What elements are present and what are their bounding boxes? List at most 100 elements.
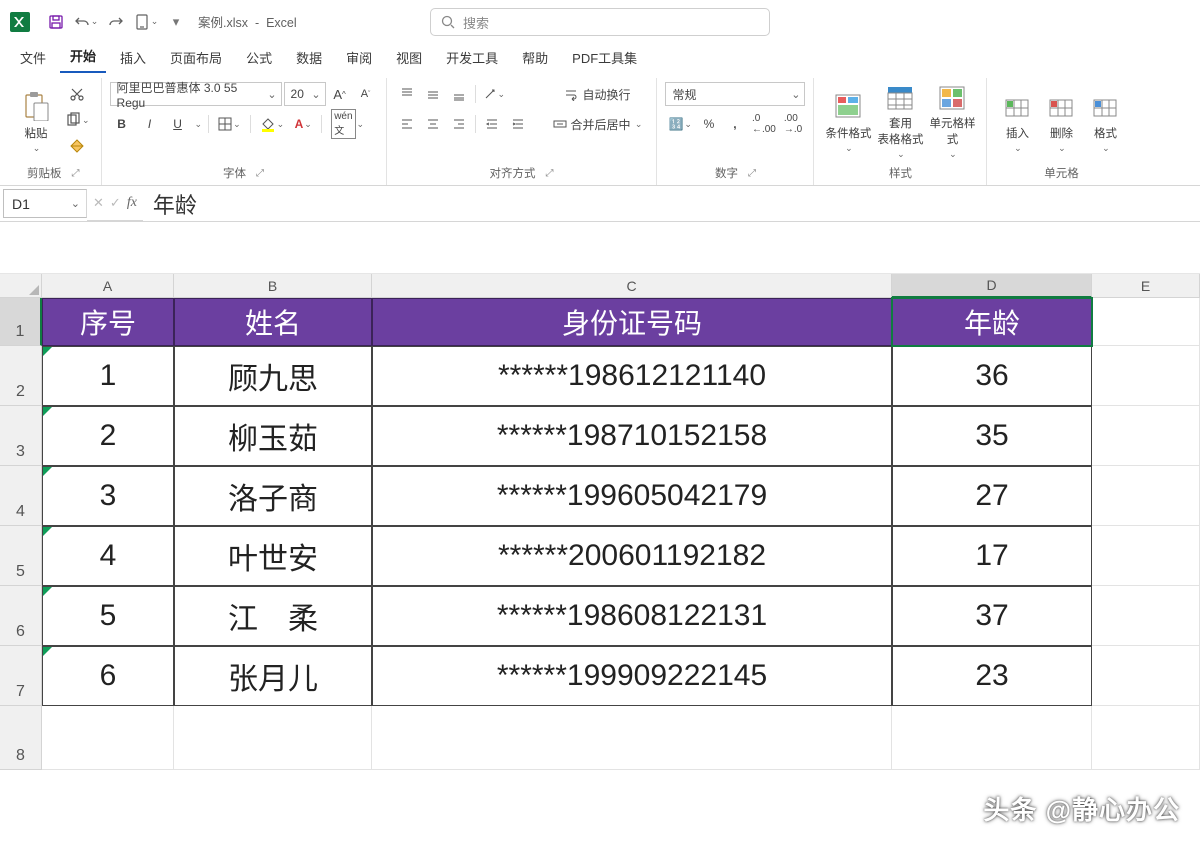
redo-button[interactable] xyxy=(102,8,130,36)
comma-button[interactable]: , xyxy=(723,112,747,136)
align-middle-button[interactable] xyxy=(421,82,445,106)
format-as-table-button[interactable]: 套用 表格格式⌄ xyxy=(874,82,926,160)
cell-B6[interactable]: 江 柔 xyxy=(174,586,372,646)
row-header-8[interactable]: 8 xyxy=(0,706,42,770)
italic-button[interactable]: I xyxy=(138,112,162,136)
align-top-button[interactable] xyxy=(395,82,419,106)
column-header-D[interactable]: D xyxy=(892,274,1092,298)
cell-D2[interactable]: 36 xyxy=(892,346,1092,406)
cell-D8[interactable] xyxy=(892,706,1092,770)
cell-C5[interactable]: ******200601192182 xyxy=(372,526,892,586)
grow-font-button[interactable]: A^ xyxy=(328,82,352,106)
enter-formula-icon[interactable]: ✓ xyxy=(110,195,121,211)
cell-A8[interactable] xyxy=(42,706,174,770)
wrap-text-button[interactable]: 自动换行 xyxy=(547,82,649,106)
cell-E2[interactable] xyxy=(1092,346,1200,406)
tab-开发工具[interactable]: 开发工具 xyxy=(436,43,508,73)
align-launcher-icon[interactable]: ⤢ xyxy=(546,168,554,179)
cell-D7[interactable]: 23 xyxy=(892,646,1092,706)
cell-B7[interactable]: 张月儿 xyxy=(174,646,372,706)
align-right-button[interactable] xyxy=(447,112,471,136)
cell-styles-button[interactable]: 单元格样式⌄ xyxy=(926,82,978,160)
paste-button[interactable]: 粘贴⌄ xyxy=(14,82,58,160)
column-header-C[interactable]: C xyxy=(372,274,892,298)
percent-button[interactable]: % xyxy=(697,112,721,136)
border-button[interactable]: ⌄ xyxy=(215,112,244,136)
cell-C7[interactable]: ******199909222145 xyxy=(372,646,892,706)
touch-mode-button[interactable]: ⌄ xyxy=(132,8,160,36)
qat-more-button[interactable]: ▾ xyxy=(162,8,190,36)
row-header-5[interactable]: 5 xyxy=(0,526,42,586)
clipboard-launcher-icon[interactable]: ⤢ xyxy=(72,168,80,179)
increase-decimal-button[interactable]: .0←.00 xyxy=(749,112,779,136)
cell-D3[interactable]: 35 xyxy=(892,406,1092,466)
cell-E3[interactable] xyxy=(1092,406,1200,466)
align-center-button[interactable] xyxy=(421,112,445,136)
copy-button[interactable]: ⌄ xyxy=(62,108,93,132)
cut-button[interactable] xyxy=(62,82,93,106)
cell-B3[interactable]: 柳玉茹 xyxy=(174,406,372,466)
column-header-A[interactable]: A xyxy=(42,274,174,298)
cell-D6[interactable]: 37 xyxy=(892,586,1092,646)
insert-cells-button[interactable]: 插入⌄ xyxy=(995,82,1039,160)
cell-E5[interactable] xyxy=(1092,526,1200,586)
cell-D5[interactable]: 17 xyxy=(892,526,1092,586)
tab-页面布局[interactable]: 页面布局 xyxy=(160,43,232,73)
search-input[interactable]: 搜索 xyxy=(430,8,770,36)
fill-color-button[interactable]: ⌄ xyxy=(257,112,288,136)
tab-开始[interactable]: 开始 xyxy=(60,41,106,73)
tab-帮助[interactable]: 帮助 xyxy=(512,43,558,73)
cell-B5[interactable]: 叶世安 xyxy=(174,526,372,586)
cell-A7[interactable]: 6 xyxy=(42,646,174,706)
cell-B4[interactable]: 洛子商 xyxy=(174,466,372,526)
cancel-formula-icon[interactable]: ✕ xyxy=(93,195,104,211)
cell-C8[interactable] xyxy=(372,706,892,770)
number-launcher-icon[interactable]: ⤢ xyxy=(748,168,756,179)
merge-center-button[interactable]: 合并后居中 ⌄ xyxy=(547,112,649,136)
format-painter-button[interactable] xyxy=(62,134,93,158)
number-format-select[interactable]: 常规 xyxy=(665,82,805,106)
cell-E7[interactable] xyxy=(1092,646,1200,706)
cell-C1[interactable]: 身份证号码 xyxy=(372,298,892,346)
cell-E6[interactable] xyxy=(1092,586,1200,646)
cell-A1[interactable]: 序号 xyxy=(42,298,174,346)
cell-A5[interactable]: 4 xyxy=(42,526,174,586)
cell-C4[interactable]: ******199605042179 xyxy=(372,466,892,526)
row-header-4[interactable]: 4 xyxy=(0,466,42,526)
align-bottom-button[interactable] xyxy=(447,82,471,106)
font-name-select[interactable]: 阿里巴巴普惠体 3.0 55 Regu xyxy=(110,82,282,106)
cell-C3[interactable]: ******198710152158 xyxy=(372,406,892,466)
tab-插入[interactable]: 插入 xyxy=(110,43,156,73)
accounting-format-button[interactable]: 🔢⌄ xyxy=(665,112,695,136)
delete-cells-button[interactable]: 删除⌄ xyxy=(1039,82,1083,160)
decrease-decimal-button[interactable]: .00→.0 xyxy=(781,112,805,136)
cell-A6[interactable]: 5 xyxy=(42,586,174,646)
align-left-button[interactable] xyxy=(395,112,419,136)
cell-C6[interactable]: ******198608122131 xyxy=(372,586,892,646)
tab-公式[interactable]: 公式 xyxy=(236,43,282,73)
cell-E8[interactable] xyxy=(1092,706,1200,770)
cell-B8[interactable] xyxy=(174,706,372,770)
cell-B1[interactable]: 姓名 xyxy=(174,298,372,346)
fx-icon[interactable]: fx xyxy=(127,195,137,211)
cell-D1[interactable]: 年龄 xyxy=(892,298,1092,346)
tab-视图[interactable]: 视图 xyxy=(386,43,432,73)
cell-C2[interactable]: ******198612121140 xyxy=(372,346,892,406)
row-header-2[interactable]: 2 xyxy=(0,346,42,406)
cell-A3[interactable]: 2 xyxy=(42,406,174,466)
tab-数据[interactable]: 数据 xyxy=(286,43,332,73)
spreadsheet-grid[interactable]: ABCDE 1序号姓名身份证号码年龄21顾九思******19861212114… xyxy=(0,274,1200,770)
orientation-button[interactable]: ⌄ xyxy=(480,82,509,106)
format-cells-button[interactable]: 格式⌄ xyxy=(1083,82,1127,160)
column-header-E[interactable]: E xyxy=(1092,274,1200,298)
row-header-1[interactable]: 1 xyxy=(0,298,42,346)
cell-E4[interactable] xyxy=(1092,466,1200,526)
font-launcher-icon[interactable]: ⤢ xyxy=(256,168,264,179)
shrink-font-button[interactable]: Aˇ xyxy=(354,82,378,106)
undo-button[interactable]: ⌄ xyxy=(72,8,100,36)
tab-文件[interactable]: 文件 xyxy=(10,43,56,73)
row-header-7[interactable]: 7 xyxy=(0,646,42,706)
tab-PDF工具集[interactable]: PDF工具集 xyxy=(562,43,647,73)
column-header-B[interactable]: B xyxy=(174,274,372,298)
underline-button[interactable]: U xyxy=(166,112,190,136)
